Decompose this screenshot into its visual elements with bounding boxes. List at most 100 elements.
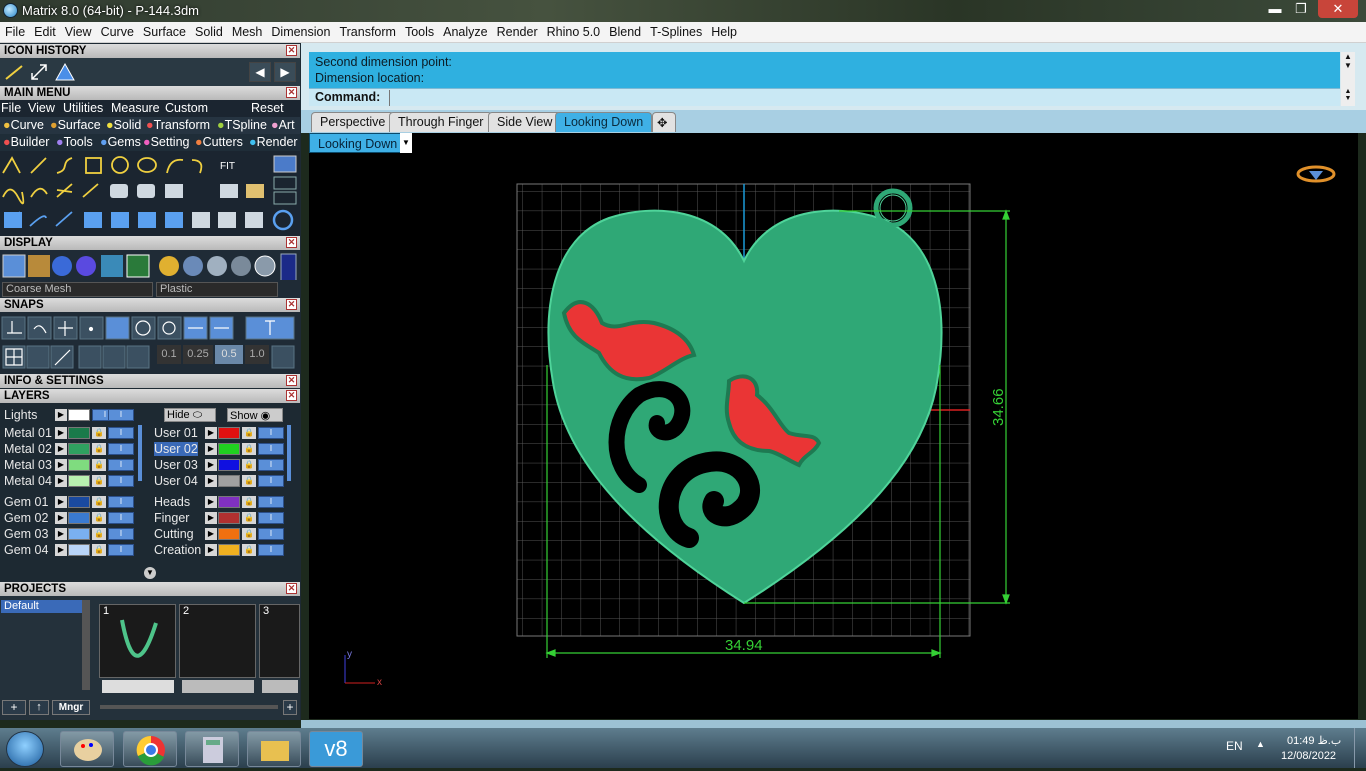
lock-icon[interactable]: 🔒 bbox=[242, 496, 256, 508]
tab-perspective[interactable]: Perspective bbox=[311, 112, 395, 132]
show-button[interactable]: Show ◉ bbox=[227, 408, 283, 422]
layer-color[interactable] bbox=[218, 475, 240, 487]
taskbar-explorer-app[interactable] bbox=[247, 731, 301, 767]
line-tool-icon[interactable] bbox=[3, 61, 25, 83]
layers-header[interactable]: LAYERS ✕ bbox=[0, 389, 300, 403]
language-indicator[interactable]: EN bbox=[1226, 739, 1243, 753]
layer-toggle[interactable]: I bbox=[108, 528, 134, 540]
lock-icon[interactable]: 🔒 bbox=[92, 427, 106, 439]
layer-toggle[interactable]: I bbox=[258, 496, 284, 508]
chevron-up-icon[interactable]: ▲ bbox=[1256, 739, 1265, 749]
manager-button[interactable]: Mngr bbox=[52, 700, 90, 715]
expand-icon[interactable]: ▶ bbox=[205, 544, 217, 556]
layer-row[interactable]: Gem 04 ▶ 🔒 I bbox=[0, 543, 140, 558]
layer-toggle[interactable]: I bbox=[108, 475, 134, 487]
layer-row[interactable]: Gem 02 ▶ 🔒 I bbox=[0, 511, 140, 526]
layer-color[interactable] bbox=[218, 496, 240, 508]
lock-icon[interactable]: 🔒 bbox=[242, 544, 256, 556]
menu-analyze[interactable]: Analyze bbox=[438, 22, 491, 39]
cat-tools[interactable]: ●Tools bbox=[56, 135, 93, 149]
lock-icon[interactable]: 🔒 bbox=[92, 443, 106, 455]
layer-toggle[interactable]: I bbox=[258, 475, 284, 487]
add-project-button[interactable]: + bbox=[2, 700, 26, 715]
projects-slider[interactable] bbox=[100, 705, 278, 709]
lock-icon[interactable]: 🔒 bbox=[92, 459, 106, 471]
menu-curve[interactable]: Curve bbox=[96, 22, 138, 39]
history-forward-button[interactable]: ▶ bbox=[274, 62, 296, 82]
expand-icon[interactable]: ▶ bbox=[205, 496, 217, 508]
lock-icon[interactable]: 🔒 bbox=[242, 475, 256, 487]
close-icon[interactable]: ✕ bbox=[286, 390, 297, 401]
layers-scroll-left[interactable] bbox=[138, 425, 142, 481]
layer-color[interactable] bbox=[68, 496, 90, 508]
mm-custom[interactable]: Custom bbox=[165, 101, 208, 115]
cat-curve[interactable]: ●Curve bbox=[3, 118, 44, 132]
menu-edit[interactable]: Edit bbox=[29, 22, 60, 39]
mm-utilities[interactable]: Utilities bbox=[63, 101, 103, 115]
show-desktop-button[interactable] bbox=[1354, 728, 1366, 768]
projects-scrollbar[interactable] bbox=[82, 600, 90, 690]
close-icon[interactable]: ✕ bbox=[286, 583, 297, 594]
lock-icon[interactable]: 🔒 bbox=[92, 544, 106, 556]
close-icon[interactable]: ✕ bbox=[286, 375, 297, 386]
lock-icon[interactable]: 🔒 bbox=[242, 427, 256, 439]
layer-toggle[interactable]: I bbox=[258, 427, 284, 439]
layer-row[interactable]: Metal 03 ▶ 🔒 I bbox=[0, 458, 140, 473]
lock-icon[interactable]: 🔒 bbox=[242, 459, 256, 471]
projects-header[interactable]: PROJECTS ✕ bbox=[0, 582, 300, 596]
menu-rhino[interactable]: Rhino 5.0 bbox=[542, 22, 605, 39]
taskbar-calculator-app[interactable] bbox=[185, 731, 239, 767]
maximize-button[interactable]: ❐ bbox=[1288, 0, 1314, 18]
cat-tspline[interactable]: ●TSpline bbox=[217, 118, 267, 132]
layer-row[interactable]: Heads ▶ 🔒 I bbox=[150, 495, 290, 510]
layer-row[interactable]: Metal 01 ▶ 🔒 I bbox=[0, 426, 140, 441]
layer-toggle[interactable]: I bbox=[108, 544, 134, 556]
layer-row[interactable]: User 04 ▶ 🔒 I bbox=[150, 474, 290, 489]
project-slot-2[interactable]: 2 bbox=[179, 604, 256, 678]
expand-icon[interactable]: ▶ bbox=[55, 409, 67, 421]
menu-help[interactable]: Help bbox=[706, 22, 741, 39]
layer-toggle[interactable]: I bbox=[108, 443, 134, 455]
layer-row[interactable]: Metal 04 ▶ 🔒 I bbox=[0, 474, 140, 489]
menu-mesh[interactable]: Mesh bbox=[227, 22, 267, 39]
lock-icon[interactable]: 🔒 bbox=[242, 443, 256, 455]
layer-row[interactable]: User 02 ▶ 🔒 I bbox=[150, 442, 290, 457]
expand-icon[interactable]: ▶ bbox=[205, 427, 217, 439]
layer-color[interactable] bbox=[218, 512, 240, 524]
menu-surface[interactable]: Surface bbox=[138, 22, 190, 39]
layer-color[interactable] bbox=[218, 459, 240, 471]
layer-toggle[interactable]: I bbox=[258, 512, 284, 524]
minimize-button[interactable]: ▬ bbox=[1262, 0, 1288, 18]
menu-tsplines[interactable]: T-Splines bbox=[645, 22, 706, 39]
cat-render[interactable]: ●Render bbox=[249, 135, 298, 149]
cat-gems[interactable]: ●Gems bbox=[100, 135, 141, 149]
history-back-button[interactable]: ◀ bbox=[249, 62, 271, 82]
slot-1-actions[interactable] bbox=[102, 680, 174, 693]
layer-row[interactable]: Creation ▶ 🔒 I bbox=[150, 543, 290, 558]
mm-view[interactable]: View bbox=[28, 101, 55, 115]
cat-setting[interactable]: ●Setting bbox=[143, 135, 189, 149]
layer-row[interactable]: Gem 03 ▶ 🔒 I bbox=[0, 527, 140, 542]
history-scrollbar[interactable]: ▲ ▼ bbox=[1341, 52, 1355, 88]
lock-icon[interactable]: 🔒 bbox=[92, 512, 106, 524]
expand-icon[interactable]: ▶ bbox=[205, 528, 217, 540]
lock-icon[interactable]: 🔒 bbox=[242, 512, 256, 524]
layer-toggle[interactable]: I bbox=[108, 512, 134, 524]
layer-color[interactable] bbox=[68, 443, 90, 455]
layer-row[interactable]: User 01 ▶ 🔒 I bbox=[150, 426, 290, 441]
cat-surface[interactable]: ●Surface bbox=[50, 118, 101, 132]
menu-solid[interactable]: Solid bbox=[190, 22, 227, 39]
layer-toggle[interactable]: I bbox=[258, 544, 284, 556]
layer-row[interactable]: User 03 ▶ 🔒 I bbox=[150, 458, 290, 473]
expand-icon[interactable]: ▶ bbox=[205, 475, 217, 487]
command-spinner[interactable]: ▲ ▼ bbox=[1341, 88, 1355, 106]
tab-looking-down[interactable]: Looking Down bbox=[555, 112, 653, 132]
layer-color[interactable] bbox=[218, 528, 240, 540]
layer-row[interactable]: Gem 01 ▶ 🔒 I bbox=[0, 495, 140, 510]
scale-tool-icon[interactable] bbox=[28, 61, 50, 83]
menu-tools[interactable]: Tools bbox=[400, 22, 438, 39]
lock-icon[interactable]: 🔒 bbox=[92, 475, 106, 487]
layer-color[interactable] bbox=[68, 475, 90, 487]
layer-color[interactable] bbox=[68, 528, 90, 540]
taskbar-paint-app[interactable] bbox=[60, 731, 114, 767]
